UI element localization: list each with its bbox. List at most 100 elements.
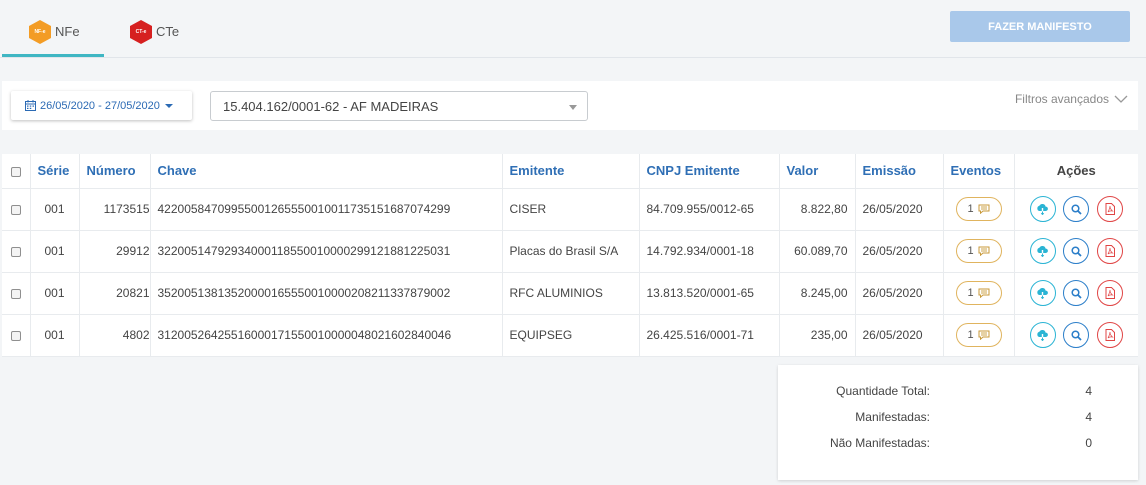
download-xml-button[interactable]	[1029, 280, 1056, 306]
view-details-button[interactable]	[1063, 196, 1090, 222]
tab-nfe-label: NFe	[55, 24, 80, 39]
select-all-checkbox[interactable]	[10, 166, 21, 177]
cell-chave: 4220058470995500126555001001173515168707…	[150, 188, 503, 231]
cell-emitente: EQUIPSEG	[502, 314, 640, 357]
nfe-table: Série Número Chave Emitente CNPJ Emitent…	[2, 154, 1138, 357]
cell-serie: 001	[30, 314, 80, 357]
cell-emitente: RFC ALUMINIOS	[502, 272, 640, 315]
summary-not-manifested-value: 0	[1085, 436, 1092, 450]
table-row: 001 4802 3120052642551600017155001000004…	[2, 314, 1138, 357]
download-xml-button[interactable]	[1029, 238, 1056, 264]
row-checkbox[interactable]	[10, 288, 21, 299]
nfe-badge-icon: NF-e	[29, 20, 51, 44]
events-button[interactable]: 1	[955, 197, 1002, 221]
events-count: 1	[967, 287, 974, 299]
cell-emissao: 26/05/2020	[855, 314, 944, 357]
cell-cnpj: 14.792.934/0001-18	[639, 230, 780, 273]
view-details-button[interactable]	[1063, 238, 1090, 264]
header-valor[interactable]: Valor	[779, 154, 856, 189]
cell-emissao: 26/05/2020	[855, 188, 944, 231]
advanced-filters-label: Filtros avançados	[1014, 92, 1109, 106]
summary-total-value: 4	[1085, 384, 1092, 398]
cell-chave: 3220051479293400011855001000029912188122…	[150, 230, 503, 273]
comment-icon	[978, 246, 990, 256]
cell-emitente: CISER	[502, 188, 640, 231]
cell-chave: 3520051381352000016555001000020821133787…	[150, 272, 503, 315]
tab-nfe[interactable]: NF-e NFe	[2, 16, 104, 57]
view-details-button[interactable]	[1063, 322, 1090, 348]
select-all-checkbox-cell	[2, 154, 31, 189]
cell-cnpj: 26.425.516/0001-71	[639, 314, 780, 357]
row-checkbox[interactable]	[10, 204, 21, 215]
cloud-download-icon	[1037, 329, 1049, 341]
tab-cte[interactable]: CT-e CTe	[130, 16, 210, 56]
row-checkbox-cell	[2, 188, 31, 231]
company-select[interactable]: 15.404.162/0001-62 - AF MADEIRAS	[210, 91, 588, 121]
header-emitente[interactable]: Emitente	[502, 154, 640, 189]
cloud-download-icon	[1037, 245, 1049, 257]
summary-not-manifested-label: Não Manifestadas:	[829, 436, 930, 450]
cell-acoes	[1014, 272, 1138, 315]
header-serie[interactable]: Série	[30, 154, 80, 189]
cell-acoes	[1014, 314, 1138, 357]
download-xml-button[interactable]	[1029, 322, 1056, 348]
comment-icon	[978, 204, 990, 214]
pdf-icon	[1105, 203, 1115, 215]
cell-eventos: 1	[943, 188, 1015, 231]
summary-manifested-value: 4	[1085, 410, 1092, 424]
search-icon	[1071, 245, 1082, 257]
row-checkbox-cell	[2, 230, 31, 273]
summary-total-label: Quantidade Total:	[836, 384, 930, 398]
header-eventos: Eventos	[943, 154, 1015, 189]
cell-emitente: Placas do Brasil S/A	[502, 230, 640, 273]
cell-numero: 4802	[79, 314, 151, 357]
header-numero[interactable]: Número	[79, 154, 151, 189]
table-header-row: Série Número Chave Emitente CNPJ Emitent…	[2, 154, 1138, 189]
table-row: 001 1173515 4220058470995500126555001001…	[2, 188, 1138, 231]
cell-valor: 8.822,80	[779, 188, 856, 231]
download-pdf-button[interactable]	[1096, 322, 1123, 348]
advanced-filters-toggle[interactable]: Filtros avançados	[1015, 92, 1128, 106]
row-checkbox[interactable]	[10, 246, 21, 257]
cell-numero: 29912	[79, 230, 151, 273]
cell-valor: 60.089,70	[779, 230, 856, 273]
view-details-button[interactable]	[1063, 280, 1090, 306]
cell-eventos: 1	[943, 314, 1015, 357]
download-pdf-button[interactable]	[1096, 238, 1123, 264]
search-icon	[1071, 287, 1082, 299]
pdf-icon	[1105, 287, 1115, 299]
summary-panel: Quantidade Total: 4 Manifestadas: 4 Não …	[778, 365, 1138, 480]
cell-chave: 3120052642551600017155001000004802160284…	[150, 314, 503, 357]
row-checkbox-cell	[2, 272, 31, 315]
search-icon	[1071, 203, 1082, 215]
comment-icon	[978, 288, 990, 298]
cell-cnpj: 84.709.955/0012-65	[639, 188, 780, 231]
header-emissao[interactable]: Emissão	[855, 154, 944, 189]
cloud-download-icon	[1037, 203, 1049, 215]
download-pdf-button[interactable]	[1096, 280, 1123, 306]
comment-icon	[978, 330, 990, 340]
cell-serie: 001	[30, 272, 80, 315]
download-pdf-button[interactable]	[1096, 196, 1123, 222]
table-row: 001 29912 322005147929340001185500100002…	[2, 230, 1138, 273]
cell-acoes	[1014, 230, 1138, 273]
cte-badge-icon: CT-e	[130, 20, 152, 44]
cell-emissao: 26/05/2020	[855, 272, 944, 315]
pdf-icon	[1105, 245, 1115, 257]
cell-valor: 8.245,00	[779, 272, 856, 315]
caret-down-icon	[164, 103, 173, 108]
date-range-button[interactable]: 26/05/2020 - 27/05/2020	[11, 91, 192, 120]
pdf-icon	[1105, 329, 1115, 341]
row-checkbox-cell	[2, 314, 31, 357]
make-manifest-button[interactable]: FAZER MANIFESTO	[950, 11, 1130, 42]
events-button[interactable]: 1	[955, 323, 1002, 347]
cloud-download-icon	[1037, 287, 1049, 299]
events-button[interactable]: 1	[955, 239, 1002, 263]
summary-manifested-row: Manifestadas: 4	[778, 410, 1138, 430]
download-xml-button[interactable]	[1029, 196, 1056, 222]
events-count: 1	[967, 203, 974, 215]
header-cnpj[interactable]: CNPJ Emitente	[639, 154, 780, 189]
row-checkbox[interactable]	[10, 330, 21, 341]
events-button[interactable]: 1	[955, 281, 1002, 305]
header-chave[interactable]: Chave	[150, 154, 503, 189]
